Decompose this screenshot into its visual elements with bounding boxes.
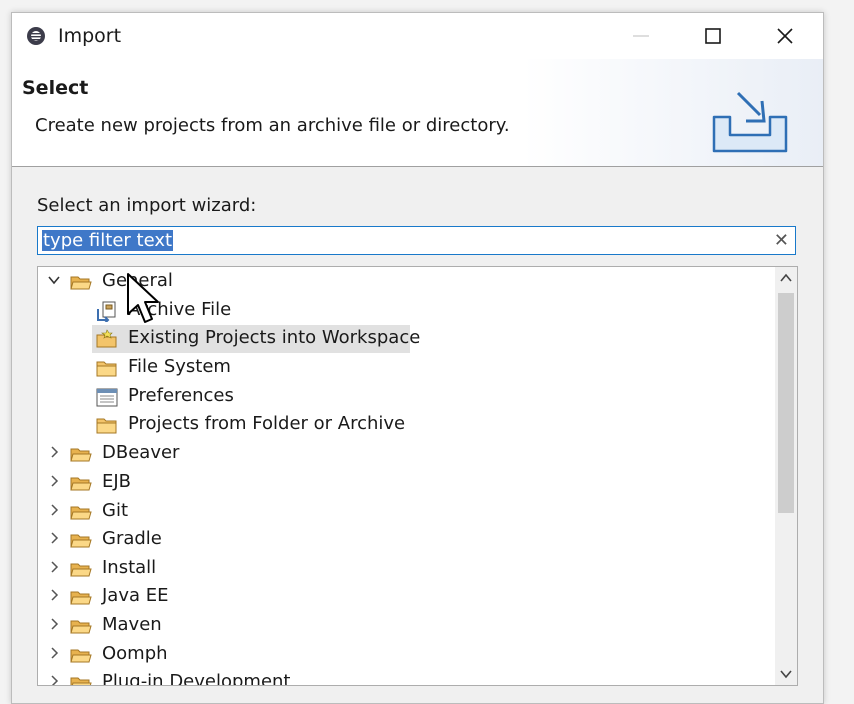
chevron-right-icon[interactable] <box>47 503 61 517</box>
tree-item-label: EJB <box>102 471 132 492</box>
chevron-right-icon[interactable] <box>47 646 61 660</box>
tree-item-label: Maven <box>102 614 162 635</box>
wizard-select-label: Select an import wizard: <box>37 195 257 216</box>
tree-item-install[interactable]: Install <box>38 555 778 583</box>
project-folder-icon <box>96 329 117 348</box>
tree-item-label: File System <box>128 356 231 377</box>
close-button[interactable] <box>760 13 810 59</box>
tree-item-plugin-development[interactable]: Plug-in Development <box>38 669 778 686</box>
tree-item-maven[interactable]: Maven <box>38 612 778 640</box>
filter-input-text[interactable]: type filter text <box>42 230 174 251</box>
tree-item-label: Install <box>102 557 157 578</box>
title-bar[interactable]: Import <box>12 13 823 59</box>
tree-item-gradle[interactable]: Gradle <box>38 526 778 554</box>
tree-item-label: Preferences <box>128 385 234 406</box>
chevron-down-icon <box>780 670 792 679</box>
tree-item-label: Git <box>102 500 129 521</box>
import-dialog: Import Select Create new projects from a… <box>11 12 824 704</box>
maximize-icon <box>705 28 721 44</box>
chevron-right-icon[interactable] <box>47 474 61 488</box>
tree-item-preferences[interactable]: Preferences <box>38 383 778 411</box>
page-title: Select <box>22 77 89 99</box>
tree-item-label: Java EE <box>102 585 169 606</box>
chevron-right-icon[interactable] <box>47 445 61 459</box>
chevron-right-icon[interactable] <box>47 674 61 686</box>
folder-icon <box>70 563 92 577</box>
tree-item-label: DBeaver <box>102 442 180 463</box>
tree-item-label: Plug-in Development <box>102 671 291 686</box>
folder-icon <box>70 506 92 520</box>
scroll-thumb[interactable] <box>778 293 794 513</box>
clear-icon[interactable]: ✕ <box>774 230 789 251</box>
tree-item-git[interactable]: Git <box>38 498 778 526</box>
folder-icon <box>70 649 92 663</box>
mouse-cursor-icon <box>127 273 159 323</box>
folder-icon <box>70 677 92 685</box>
minimize-button[interactable] <box>616 13 666 59</box>
tree-scrollbar[interactable] <box>775 267 797 685</box>
tree-item-oomph[interactable]: Oomph <box>38 641 778 669</box>
page-description: Create new projects from an archive file… <box>35 115 510 136</box>
tree-item-label: Projects from Folder or Archive <box>128 413 406 434</box>
scroll-up-button[interactable] <box>775 267 797 289</box>
chevron-right-icon[interactable] <box>47 588 61 602</box>
maximize-button[interactable] <box>688 13 738 59</box>
tree-item-file-system[interactable]: File System <box>38 354 778 382</box>
close-icon <box>777 28 793 44</box>
chevron-right-icon[interactable] <box>47 617 61 631</box>
minimize-icon <box>633 35 649 37</box>
folder-open-icon <box>70 276 92 290</box>
import-banner-icon <box>712 91 788 153</box>
folder-icon <box>70 620 92 634</box>
window-title: Import <box>58 25 122 47</box>
preferences-icon <box>96 388 118 407</box>
tree-item-java-ee[interactable]: Java EE <box>38 583 778 611</box>
wizard-header: Select Create new projects from an archi… <box>12 59 823 166</box>
folder-icon <box>70 534 92 548</box>
folder-icon <box>96 361 117 377</box>
filter-input[interactable]: type filter text ✕ <box>37 226 796 255</box>
folder-icon <box>70 591 92 605</box>
archive-file-icon <box>97 301 116 322</box>
chevron-right-icon[interactable] <box>47 560 61 574</box>
tree-item-projects-from-folder[interactable]: Projects from Folder or Archive <box>38 411 778 439</box>
chevron-up-icon <box>780 273 792 282</box>
tree-item-label: Oomph <box>102 643 168 664</box>
tree-item-ejb[interactable]: EJB <box>38 469 778 497</box>
tree-item-label: Existing Projects into Workspace <box>128 327 421 348</box>
scroll-down-button[interactable] <box>775 663 797 685</box>
header-separator <box>12 166 823 167</box>
folder-icon <box>96 418 117 434</box>
tree-item-dbeaver[interactable]: DBeaver <box>38 440 778 468</box>
tree-item-label: Gradle <box>102 528 162 549</box>
folder-icon <box>70 477 92 491</box>
eclipse-icon <box>27 27 45 45</box>
chevron-right-icon[interactable] <box>47 531 61 545</box>
chevron-down-icon[interactable] <box>47 273 61 287</box>
folder-icon <box>70 448 92 462</box>
